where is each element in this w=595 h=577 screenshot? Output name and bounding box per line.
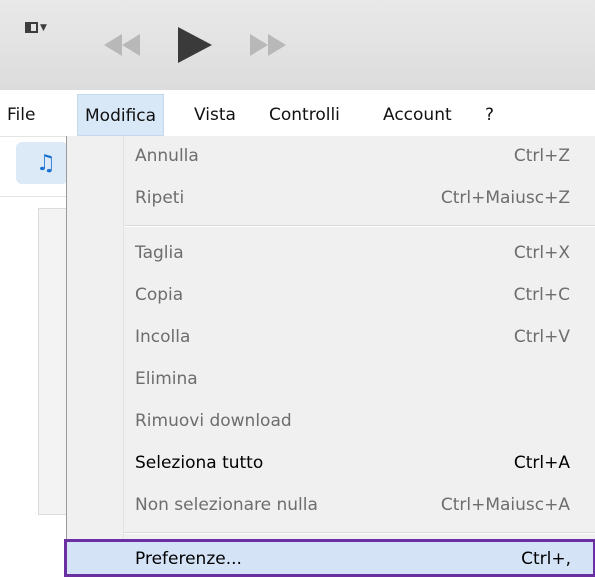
menu-item-label: Seleziona tutto [135, 453, 264, 473]
menu-item-shortcut: Ctrl+A [513, 453, 570, 473]
menu-item-taglia[interactable]: Taglia Ctrl+X [67, 233, 595, 275]
menu-item-shortcut: Ctrl+X [513, 243, 570, 263]
menu-separator [125, 225, 595, 227]
play-icon[interactable] [174, 25, 214, 65]
menu-item-shortcut: Ctrl+Z [513, 146, 570, 166]
menu-item-label: Annulla [135, 146, 199, 166]
rewind-icon[interactable] [100, 32, 144, 58]
menu-item-seleziona-tutto[interactable]: Seleziona tutto Ctrl+A [67, 443, 595, 485]
menu-item-label: Rimuovi download [135, 411, 292, 431]
menu-account[interactable]: Account [376, 94, 459, 136]
menu-controlli[interactable]: Controlli [262, 94, 347, 136]
menu-separator [125, 532, 595, 534]
menu-vista[interactable]: Vista [187, 94, 243, 136]
toolbar: ▼ [0, 0, 595, 90]
menu-help[interactable]: ? [478, 94, 501, 136]
fast-forward-icon[interactable] [246, 32, 290, 58]
menu-item-label: Copia [135, 285, 184, 305]
menu-item-annulla[interactable]: Annulla Ctrl+Z [67, 136, 595, 178]
menu-item-shortcut: Ctrl+, [521, 549, 571, 569]
menu-item-label: Non selezionare nulla [135, 495, 318, 515]
divider [0, 196, 66, 197]
menu-modifica[interactable]: Modifica [77, 94, 165, 136]
side-panel [38, 208, 69, 515]
menu-item-shortcut: Ctrl+V [513, 327, 570, 347]
menu-item-ripeti[interactable]: Ripeti Ctrl+Maiusc+Z [67, 178, 595, 220]
menu-item-copia[interactable]: Copia Ctrl+C [67, 275, 595, 317]
music-note-icon: ♫ [36, 151, 56, 176]
menu-bar: File Modifica Vista Controlli Account ? [0, 94, 595, 137]
music-library-button[interactable]: ♫ [16, 142, 68, 184]
menu-item-label: Preferenze... [135, 549, 242, 569]
menu-item-preferenze[interactable]: Preferenze... Ctrl+, [64, 539, 595, 577]
menu-item-shortcut: Ctrl+Maiusc+A [440, 495, 570, 515]
menu-item-non-selezionare-nulla[interactable]: Non selezionare nulla Ctrl+Maiusc+A [67, 485, 595, 527]
menu-file[interactable]: File [0, 94, 42, 136]
menu-item-label: Elimina [135, 369, 198, 389]
edit-menu-dropdown: Annulla Ctrl+Z Ripeti Ctrl+Maiusc+Z Tagl… [64, 136, 595, 577]
menu-item-incolla[interactable]: Incolla Ctrl+V [67, 317, 595, 359]
menu-item-shortcut: Ctrl+C [513, 285, 570, 305]
menu-item-rimuovi-download[interactable]: Rimuovi download [67, 401, 595, 443]
menu-item-label: Incolla [135, 327, 191, 347]
menu-item-label: Taglia [135, 243, 184, 263]
menu-item-label: Ripeti [135, 188, 185, 208]
menu-item-elimina[interactable]: Elimina [67, 359, 595, 401]
sidebar-toggle-icon[interactable]: ▼ [25, 22, 47, 33]
menu-item-shortcut: Ctrl+Maiusc+Z [440, 188, 570, 208]
